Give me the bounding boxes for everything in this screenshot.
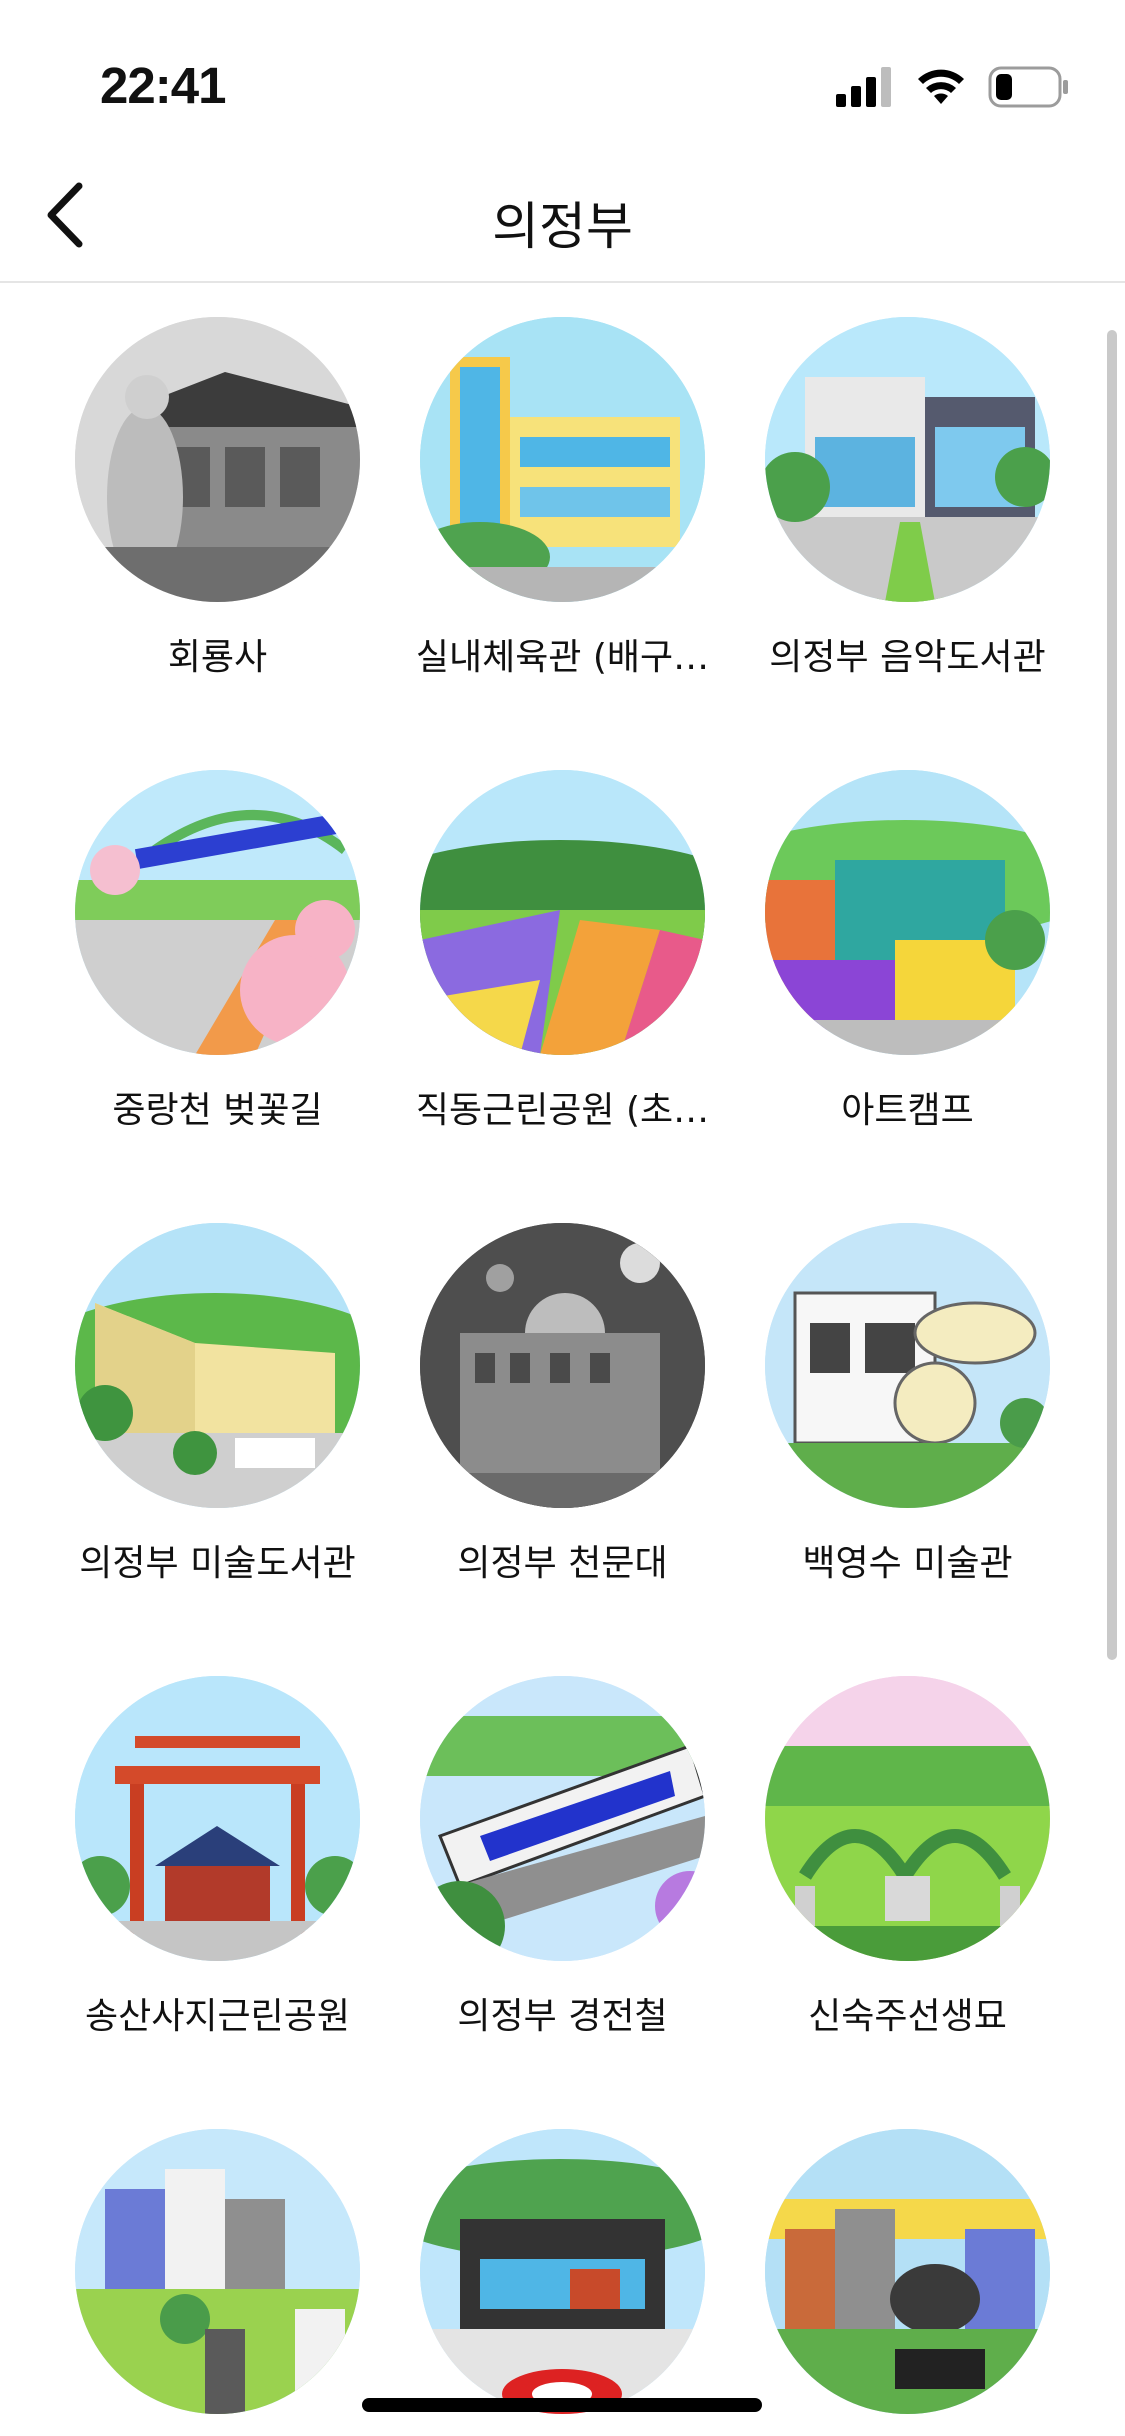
place-label: 실내체육관 (배구… [415,637,710,678]
place-thumbnail [765,317,1050,602]
place-thumbnail [75,770,360,1055]
place-thumbnail [75,2129,360,2414]
cellular-signal-icon [836,67,891,107]
place-tile[interactable]: 직동근린공원 (초… [390,770,735,1133]
place-thumbnail [75,1676,360,1961]
place-label: 송산사지근린공원 [85,1996,350,2037]
place-label: 의정부 경전철 [457,1996,668,2037]
place-label: 의정부 미술도서관 [79,1543,356,1584]
place-label: 중랑천 벚꽃길 [112,1090,323,1131]
place-tile[interactable]: 의정부 경전철 [390,1676,735,2039]
place-thumbnail [765,2129,1050,2414]
place-thumbnail [420,317,705,602]
place-tile[interactable]: 의정부 천문대 [390,1223,735,1586]
place-label: 백영수 미술관 [802,1543,1013,1584]
place-label: 직동근린공원 (초… [415,1090,710,1131]
place-label: 의정부 천문대 [457,1543,668,1584]
place-tile[interactable]: 회룡사 [45,317,390,680]
status-icons [836,62,1070,112]
place-thumbnail [420,2129,705,2414]
place-thumbnail [420,770,705,1055]
place-label: 신숙주선생묘 [808,1996,1007,2037]
place-thumbnail [420,1223,705,1508]
place-grid: 회룡사 실내체육관 (배구… 의정부 음악도서관 중랑천 벚꽃길 직동근린공원 … [0,282,1125,2436]
place-tile[interactable]: 의정부 미술도서관 [45,1223,390,1586]
place-label: 회룡사 [167,637,268,678]
status-time: 22:41 [100,57,226,114]
page-title: 의정부 [492,198,633,257]
place-label: 아트캠프 [841,1090,974,1131]
place-tile[interactable]: 신숙주선생묘 [735,1676,1080,2039]
place-tile[interactable]: 의정부 음악도서관 [735,317,1080,680]
place-tile[interactable] [390,2129,735,2436]
place-tile[interactable] [735,2129,1080,2436]
nav-bar: 의정부 [0,150,1125,283]
place-tile[interactable]: 백영수 미술관 [735,1223,1080,1586]
place-thumbnail [765,1676,1050,1961]
home-indicator[interactable] [362,2398,762,2412]
wifi-icon [918,69,964,104]
status-bar: 22:41 [0,0,1125,150]
place-thumbnail [75,317,360,602]
place-thumbnail [765,1223,1050,1508]
place-label: 의정부 음악도서관 [769,637,1046,678]
place-thumbnail [765,770,1050,1055]
place-tile[interactable]: 중랑천 벚꽃길 [45,770,390,1133]
scrollbar[interactable] [1107,330,1117,1660]
place-tile[interactable]: 실내체육관 (배구… [390,317,735,680]
place-tile[interactable]: 송산사지근린공원 [45,1676,390,2039]
place-tile[interactable] [45,2129,390,2436]
place-thumbnail [420,1676,705,1961]
place-thumbnail [75,1223,360,1508]
place-tile[interactable]: 아트캠프 [735,770,1080,1133]
battery-icon [988,66,1068,108]
